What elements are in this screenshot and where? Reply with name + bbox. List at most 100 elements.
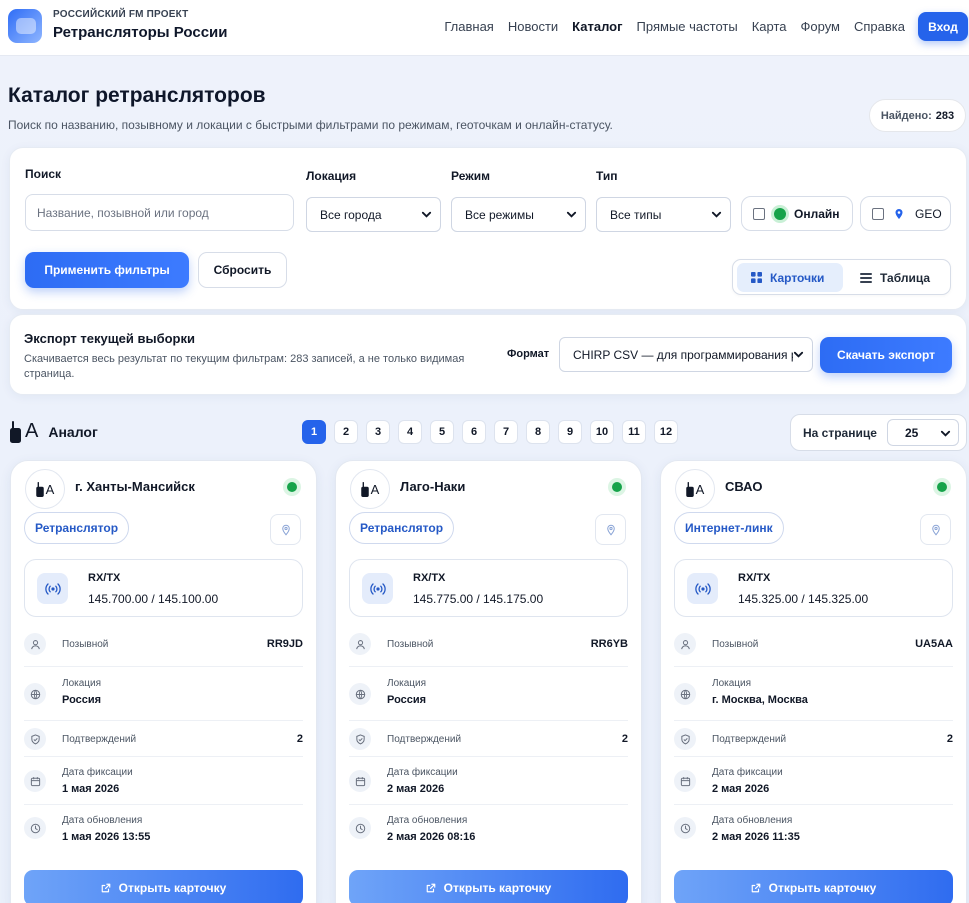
- type-chip: Интернет-линк: [674, 512, 784, 544]
- download-export-button[interactable]: Скачать экспорт: [820, 337, 952, 373]
- apply-filters-button[interactable]: Применить фильтры: [25, 252, 189, 288]
- mode-value: Все режимы: [465, 207, 534, 222]
- show-on-map-button[interactable]: [595, 514, 626, 545]
- page-button[interactable]: 2: [334, 420, 358, 444]
- fixed-date-label: Дата фиксации: [712, 767, 783, 778]
- page-button[interactable]: 4: [398, 420, 422, 444]
- open-card-button[interactable]: Открыть карточку: [24, 870, 303, 903]
- location-row: Локация Россия: [349, 667, 628, 721]
- updated-date-value: 1 мая 2026 13:55: [62, 831, 151, 843]
- rxtx-value: 145.700.00 / 145.100.00: [88, 592, 219, 606]
- section-glyph: A: [25, 420, 39, 442]
- pagination: 1 2 3 4 5 6 7 8 9 10 11 12: [302, 420, 678, 444]
- page-subtitle: Поиск по названию, позывному и локации с…: [8, 118, 613, 132]
- map-pin-icon: [281, 524, 290, 536]
- confirmations-value: 2: [296, 733, 303, 745]
- radio-handset-icon: [685, 481, 694, 497]
- page-button[interactable]: 12: [654, 420, 678, 444]
- updated-date-value: 2 мая 2026 11:35: [712, 831, 800, 843]
- location-label: Локация: [62, 678, 102, 689]
- geo-checkbox[interactable]: [872, 207, 884, 220]
- user-icon: [674, 633, 696, 655]
- type-select[interactable]: Все типы: [596, 197, 731, 232]
- reset-filters-button[interactable]: Сбросить: [198, 252, 287, 288]
- online-checkbox[interactable]: [753, 207, 765, 220]
- callsign-row: Позывной RR6YB: [349, 631, 628, 667]
- card-title[interactable]: г. Ханты-Мансийск: [75, 479, 195, 494]
- page-button[interactable]: 8: [526, 420, 550, 444]
- location-label: Локация: [306, 169, 357, 183]
- nav-help[interactable]: Справка: [854, 19, 905, 34]
- confirmations-label: Подтверждений: [62, 734, 137, 745]
- view-table-label: Таблица: [880, 270, 931, 285]
- export-title: Экспорт текущей выборки: [24, 331, 195, 346]
- map-pin-icon: [895, 208, 903, 219]
- geo-filter-label: GEO: [915, 206, 942, 221]
- repeater-card: A г. Ханты-Мансийск Ретранслятор RX/TX 1…: [10, 460, 317, 903]
- geo-filter[interactable]: GEO: [860, 196, 951, 231]
- login-button[interactable]: Вход: [918, 12, 968, 41]
- globe-icon: [349, 683, 371, 705]
- location-value: Россия: [62, 694, 102, 706]
- type-chip: Ретранслятор: [349, 512, 455, 544]
- per-page-select[interactable]: 25: [887, 419, 959, 446]
- nav-forum[interactable]: Форум: [801, 19, 841, 34]
- nav-home[interactable]: Главная: [444, 19, 493, 34]
- fixed-date-value: 1 мая 2026: [62, 783, 120, 795]
- open-card-button[interactable]: Открыть карточку: [349, 870, 628, 903]
- found-count: 283: [935, 109, 955, 122]
- page-button[interactable]: 3: [366, 420, 390, 444]
- page-button[interactable]: 7: [494, 420, 518, 444]
- mode-select[interactable]: Все режимы: [451, 197, 586, 232]
- location-select[interactable]: Все города: [306, 197, 441, 232]
- type-label: Тип: [596, 169, 618, 183]
- fixed-date-label: Дата фиксации: [62, 767, 133, 778]
- page-button[interactable]: 1: [302, 420, 326, 444]
- show-on-map-button[interactable]: [920, 514, 951, 545]
- page-button[interactable]: 9: [558, 420, 582, 444]
- page-button[interactable]: 11: [622, 420, 646, 444]
- main-nav: Главная Новости Каталог Прямые частоты К…: [444, 19, 905, 34]
- export-format-select[interactable]: CHIRP CSV — для программирования рации: [559, 337, 813, 372]
- confirmations-row: Подтверждений 2: [24, 721, 303, 757]
- page-button[interactable]: 6: [462, 420, 486, 444]
- fixed-date-label: Дата фиксации: [387, 767, 458, 778]
- online-filter[interactable]: Онлайн: [741, 196, 853, 231]
- page-button[interactable]: 10: [590, 420, 614, 444]
- nav-map[interactable]: Карта: [752, 19, 787, 34]
- card-title[interactable]: Лаго-Наки: [400, 479, 465, 494]
- brand-kicker: РОССИЙСКИЙ FM ПРОЕКТ: [53, 9, 189, 20]
- show-on-map-button[interactable]: [270, 514, 301, 545]
- online-status-icon: [608, 478, 626, 496]
- fixed-date-value: 2 мая 2026: [387, 783, 445, 795]
- rxtx-label: RX/TX: [88, 572, 121, 584]
- user-icon: [349, 633, 371, 655]
- fixed-date-row: Дата фиксации 1 мая 2026: [24, 757, 303, 805]
- chevron-down-icon: [793, 349, 804, 360]
- online-status-icon: [933, 478, 951, 496]
- fixed-date-row: Дата фиксации 2 мая 2026: [349, 757, 628, 805]
- found-count-badge: Найдено: 283: [869, 99, 966, 132]
- view-cards-tab[interactable]: Карточки: [737, 263, 843, 292]
- search-input[interactable]: Название, позывной или город: [25, 194, 294, 231]
- open-card-button[interactable]: Открыть карточку: [674, 870, 953, 903]
- repeater-card: A СВАО Интернет-линк RX/TX 145.325.00 / …: [660, 460, 967, 903]
- globe-icon: [24, 683, 46, 705]
- nav-direct-frequencies[interactable]: Прямые частоты: [637, 19, 738, 34]
- nav-catalog[interactable]: Каталог: [572, 19, 622, 34]
- open-card-label: Открыть карточку: [118, 881, 227, 895]
- confirmations-label: Подтверждений: [712, 734, 787, 745]
- confirmations-value: 2: [946, 733, 953, 745]
- site-logo[interactable]: [8, 9, 42, 43]
- card-title[interactable]: СВАО: [725, 479, 762, 494]
- frequency-box: RX/TX 145.700.00 / 145.100.00: [24, 559, 303, 617]
- page-button[interactable]: 5: [430, 420, 454, 444]
- nav-news[interactable]: Новости: [508, 19, 558, 34]
- updated-date-label: Дата обновления: [712, 815, 793, 826]
- view-table-tab[interactable]: Таблица: [853, 263, 948, 292]
- view-cards-label: Карточки: [770, 270, 825, 285]
- fixed-date-row: Дата фиксации 2 мая 2026: [674, 757, 953, 805]
- signal-icon: [37, 573, 68, 604]
- brand-title[interactable]: Ретрансляторы России: [53, 24, 228, 41]
- list-icon: [860, 272, 872, 283]
